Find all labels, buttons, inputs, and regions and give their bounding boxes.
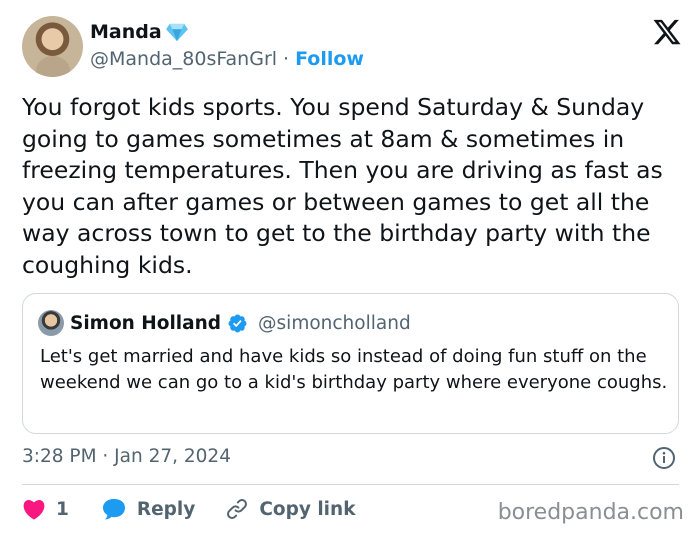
quoted-author-handle: @simoncholland — [258, 312, 411, 334]
divider — [22, 484, 679, 485]
quoted-tweet-text: Let's get married and have kids so inste… — [40, 346, 668, 393]
watermark: boredpanda.com — [497, 500, 684, 525]
action-bar: 1 Reply Copy link — [22, 494, 356, 524]
tweet-text: You forgot kids sports. You spend Saturd… — [22, 93, 663, 279]
separator: · — [283, 48, 290, 70]
avatar[interactable] — [22, 16, 83, 77]
info-icon[interactable] — [652, 446, 676, 470]
tweet-header: Manda @Manda_80sFanGrl · Follow — [22, 15, 682, 79]
author-handle-row: @Manda_80sFanGrl · Follow — [90, 48, 364, 70]
quoted-avatar — [38, 310, 64, 336]
reply-label: Reply — [136, 498, 196, 520]
quoted-tweet-header: Simon Holland @simoncholland — [38, 310, 411, 336]
timestamp[interactable]: 3:28 PM · Jan 27, 2024 — [22, 446, 231, 467]
like-count: 1 — [56, 498, 69, 520]
follow-button[interactable]: Follow — [295, 48, 364, 70]
copy-link-label: Copy link — [259, 498, 356, 520]
author-name-row: Manda — [90, 21, 188, 43]
gem-stone-icon — [165, 23, 188, 42]
verified-badge-icon — [228, 314, 247, 332]
author-handle[interactable]: @Manda_80sFanGrl — [90, 48, 277, 70]
quoted-tweet[interactable]: Simon Holland @simoncholland Let's get m… — [22, 293, 679, 434]
x-logo-icon[interactable] — [652, 17, 682, 47]
reply-button[interactable]: Reply — [101, 497, 195, 521]
author-name[interactable]: Manda — [90, 21, 162, 43]
link-icon — [227, 499, 248, 519]
reply-bubble-icon — [102, 499, 125, 520]
copy-link-button[interactable]: Copy link — [225, 497, 356, 521]
like-button[interactable]: 1 — [22, 498, 69, 520]
quoted-author-name: Simon Holland — [70, 312, 222, 334]
timestamp-row: 3:28 PM · Jan 27, 2024 — [22, 446, 682, 472]
heart-icon — [23, 499, 45, 520]
